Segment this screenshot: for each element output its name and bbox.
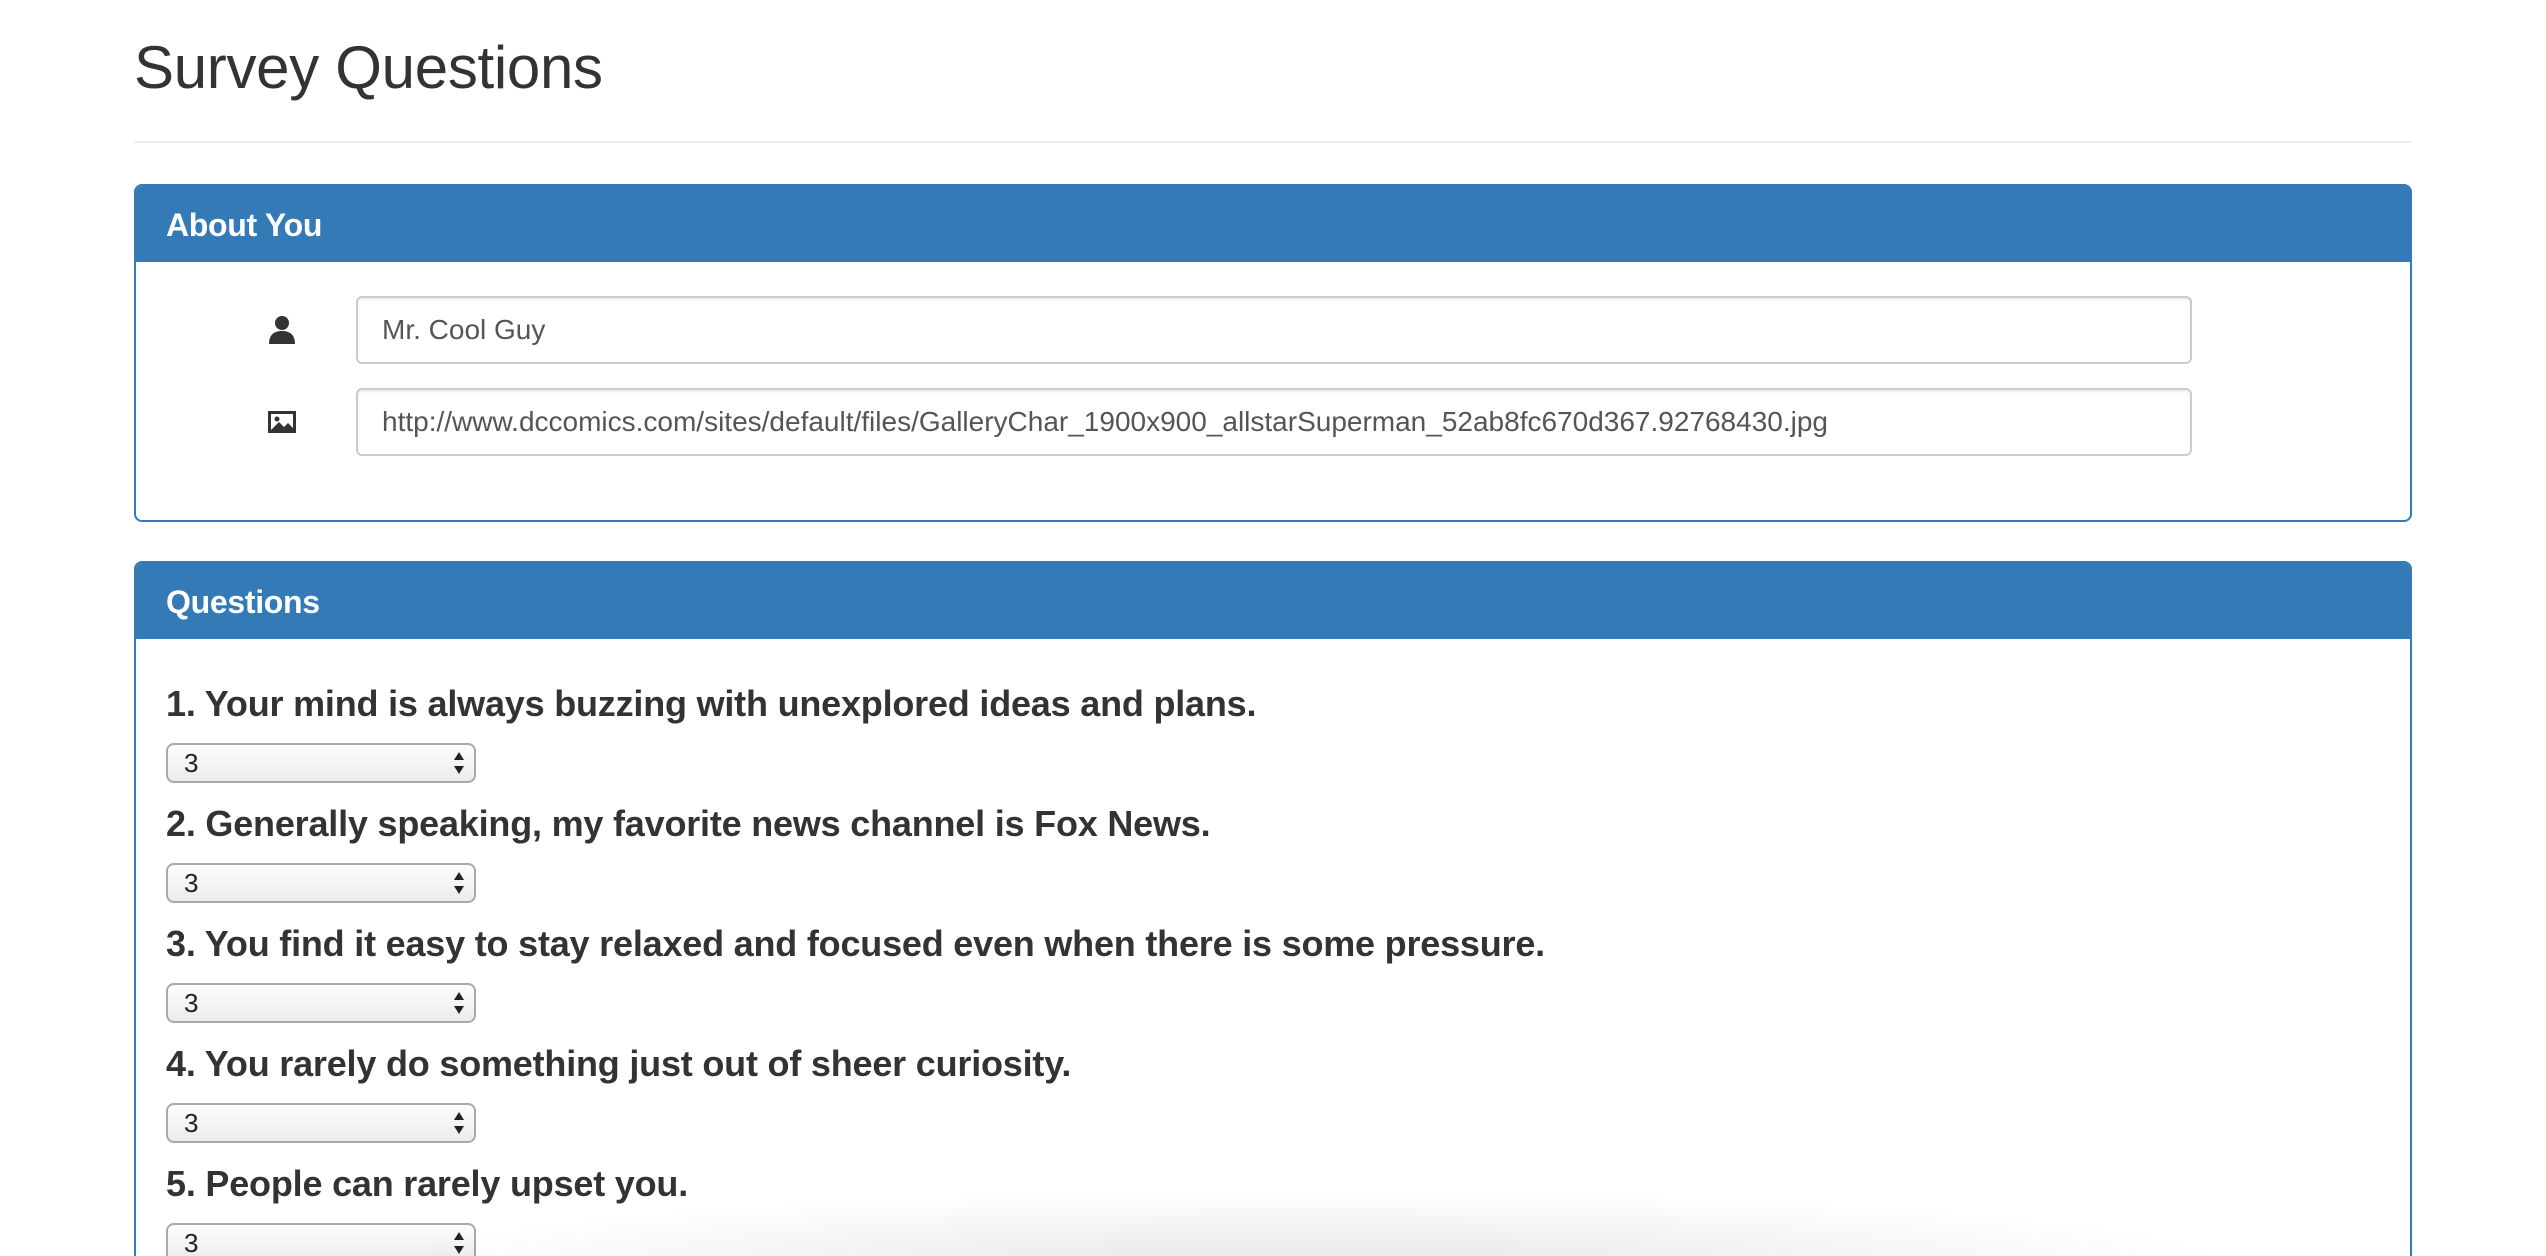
select-value: 3 [184, 1228, 199, 1256]
question-text: 2. Generally speaking, my favorite news … [166, 803, 1211, 844]
photo-url-input[interactable] [356, 388, 2192, 456]
answer-select[interactable]: 3 [166, 863, 476, 903]
select-value: 3 [184, 868, 199, 898]
name-row [136, 296, 2410, 366]
user-icon [266, 314, 298, 346]
question-text: 1. Your mind is always buzzing with unex… [166, 683, 1257, 724]
select-arrows-icon [454, 1112, 464, 1134]
select-arrows-icon [454, 1232, 464, 1254]
page: Survey Questions About You Mr. Cool Guy … [0, 0, 2546, 1256]
about-you-panel: About You [134, 184, 2412, 522]
page-title: Survey Questions [134, 34, 603, 101]
answer-select[interactable]: 3 [166, 743, 476, 783]
title-divider [134, 141, 2412, 143]
answer-select[interactable]: 3 [166, 1223, 476, 1256]
question-text: 4. You rarely do something just out of s… [166, 1043, 1072, 1084]
photo-row [136, 388, 2410, 458]
about-you-heading: About You [136, 186, 2410, 262]
select-arrows-icon [454, 872, 464, 894]
picture-icon [266, 406, 298, 438]
select-value: 3 [184, 1108, 199, 1138]
select-arrows-icon [454, 992, 464, 1014]
select-value: 3 [184, 748, 199, 778]
questions-heading: Questions [136, 563, 2410, 639]
answer-select[interactable]: 3 [166, 1103, 476, 1143]
answer-select[interactable]: 3 [166, 983, 476, 1023]
name-input[interactable] [356, 296, 2192, 364]
select-value: 3 [184, 988, 199, 1018]
question-text: 5. People can rarely upset you. [166, 1163, 689, 1204]
questions-panel: Questions 1. Your mind is always buzzing… [134, 561, 2412, 1256]
question-text: 3. You find it easy to stay relaxed and … [166, 923, 1545, 964]
select-arrows-icon [454, 752, 464, 774]
